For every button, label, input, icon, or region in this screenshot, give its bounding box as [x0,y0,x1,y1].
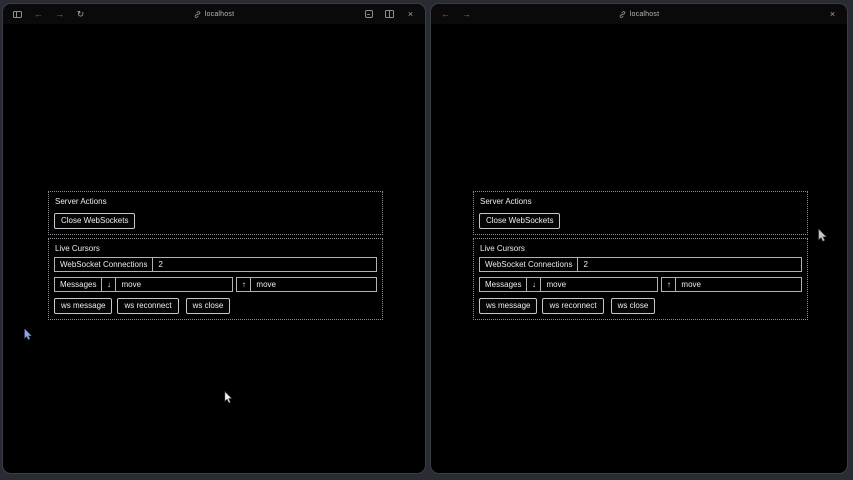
incoming-message-group: Messages ↓ move [479,277,658,292]
titlebar-left-controls: ← → ↻ [12,8,86,20]
ws-close-button[interactable]: ws close [611,298,656,314]
back-icon[interactable]: ← [440,8,451,20]
outgoing-message-value: move [250,278,376,291]
page-content: Server Actions Close WebSockets Live Cur… [48,191,383,323]
ws-close-button[interactable]: ws close [186,298,231,314]
server-actions-panel: Server Actions Close WebSockets [473,191,808,235]
reload-icon[interactable]: ↻ [75,8,86,20]
outgoing-message-group: ↑ move [661,277,802,292]
websocket-connections-row: WebSocket Connections 2 [479,257,802,272]
down-arrow-icon: ↓ [526,278,540,291]
address-bar[interactable]: localhost [431,4,847,24]
connections-label: WebSocket Connections [55,258,153,271]
up-arrow-icon: ↑ [237,278,250,291]
messages-row: Messages ↓ move ↑ move [479,277,802,292]
titlebar-right-controls: × [827,8,838,20]
messages-label: Messages [55,278,101,291]
reader-list-icon[interactable] [363,8,374,20]
connections-label: WebSocket Connections [480,258,578,271]
titlebar-right-controls: × [363,8,416,20]
titlebar: ← → localhost × [431,4,847,24]
titlebar-left-controls: ← → [440,8,472,20]
outgoing-message-group: ↑ move [236,277,377,292]
server-actions-title: Server Actions [55,197,377,206]
close-icon[interactable]: × [827,8,838,20]
live-cursors-title: Live Cursors [55,244,377,253]
ws-reconnect-button[interactable]: ws reconnect [542,298,603,314]
connections-value: 2 [153,258,376,271]
forward-icon[interactable]: → [461,8,472,20]
server-actions-panel: Server Actions Close WebSockets [48,191,383,235]
live-cursors-panel: Live Cursors WebSocket Connections 2 Mes… [48,238,383,320]
url-text: localhost [630,11,659,18]
ws-message-button[interactable]: ws message [479,298,537,314]
titlebar: ← → ↻ localhost × [3,4,425,24]
incoming-message-value: move [540,278,657,291]
ws-message-button[interactable]: ws message [54,298,112,314]
page-content: Server Actions Close WebSockets Live Cur… [473,191,808,323]
browser-window-right: ← → localhost × Server Actions Close Web… [430,3,848,474]
ws-buttons-row: ws message ws reconnect ws close [479,298,802,314]
incoming-message-group: Messages ↓ move [54,277,233,292]
outgoing-message-value: move [675,278,801,291]
back-icon[interactable]: ← [33,8,44,20]
sidebar-toggle-icon[interactable] [12,8,23,20]
server-actions-title: Server Actions [480,197,802,206]
forward-icon[interactable]: → [54,8,65,20]
ws-buttons-row: ws message ws reconnect ws close [54,298,377,314]
messages-row: Messages ↓ move ↑ move [54,277,377,292]
down-arrow-icon: ↓ [101,278,115,291]
messages-label: Messages [480,278,526,291]
up-arrow-icon: ↑ [662,278,675,291]
link-icon [619,11,626,18]
browser-window-left: ← → ↻ localhost × Server Actions Close W… [2,3,426,474]
close-websockets-button[interactable]: Close WebSockets [479,213,560,229]
url-text: localhost [205,11,234,18]
connections-value: 2 [578,258,801,271]
ws-reconnect-button[interactable]: ws reconnect [117,298,178,314]
incoming-message-value: move [115,278,232,291]
close-icon[interactable]: × [405,8,416,20]
split-view-icon[interactable] [384,8,395,20]
websocket-connections-row: WebSocket Connections 2 [54,257,377,272]
close-websockets-button[interactable]: Close WebSockets [54,213,135,229]
live-cursors-title: Live Cursors [480,244,802,253]
link-icon [194,11,201,18]
live-cursors-panel: Live Cursors WebSocket Connections 2 Mes… [473,238,808,320]
